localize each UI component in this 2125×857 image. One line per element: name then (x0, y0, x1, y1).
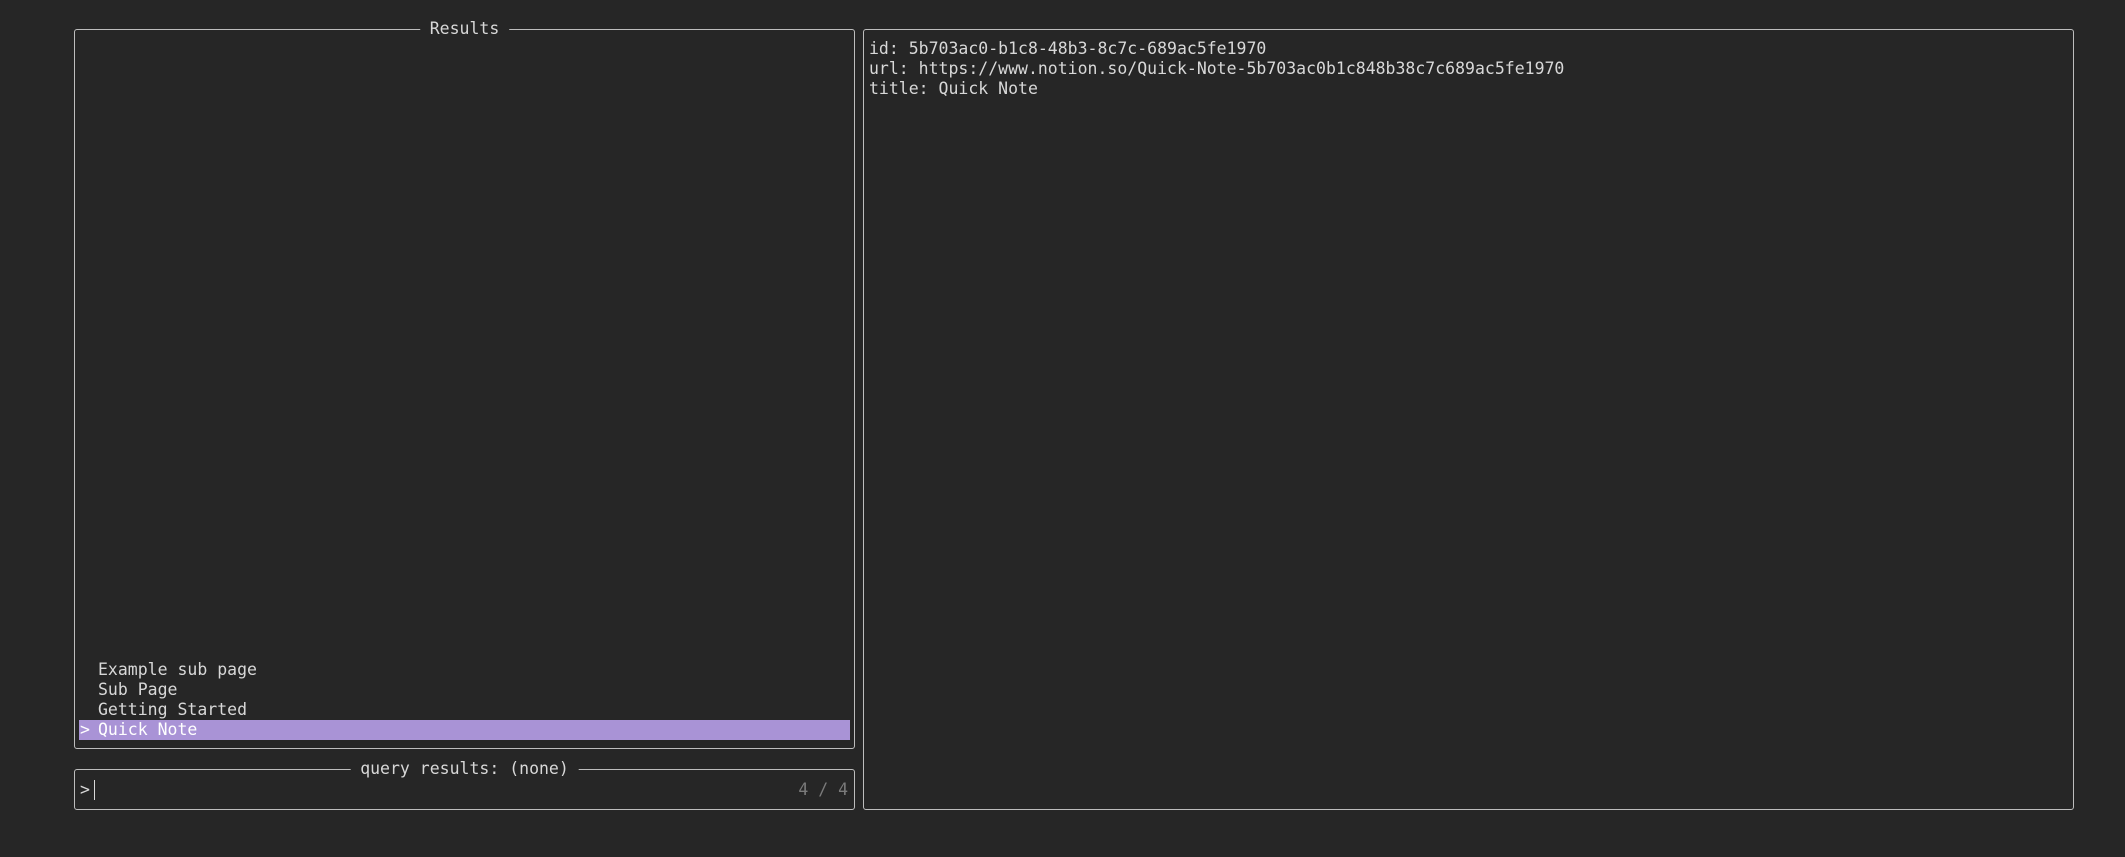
result-marker (79, 660, 98, 680)
result-marker (79, 680, 98, 700)
result-counter: 4 / 4 (798, 780, 848, 799)
preview-url-line: url: https://www.notion.so/Quick-Note-5b… (869, 59, 1565, 78)
query-input[interactable] (95, 780, 799, 800)
result-item-quick-note-selected[interactable]: > Quick Note (79, 720, 850, 740)
preview-content: id: 5b703ac0-b1c8-48b3-8c7c-689ac5fe1970… (869, 39, 2068, 99)
results-panel: Results Example sub page Sub Page Gettin… (74, 19, 855, 749)
result-label: Quick Note (98, 720, 198, 739)
result-label: Example sub page (98, 660, 257, 679)
preview-panel: id: 5b703ac0-b1c8-48b3-8c7c-689ac5fe1970… (863, 29, 2074, 810)
prompt-row: > 4 / 4 (80, 780, 848, 800)
prompt-icon: > (80, 780, 90, 799)
result-label: Getting Started (98, 700, 248, 719)
query-panel-title: query results: (none) (350, 759, 579, 779)
result-item-sub-page[interactable]: Sub Page (79, 680, 850, 700)
preview-id-line: id: 5b703ac0-b1c8-48b3-8c7c-689ac5fe1970 (869, 39, 1267, 58)
result-item-getting-started[interactable]: Getting Started (79, 700, 850, 720)
query-panel: query results: (none) > 4 / 4 (74, 759, 855, 810)
result-item-example-sub-page[interactable]: Example sub page (79, 660, 850, 680)
results-panel-title: Results (419, 19, 510, 39)
selection-marker-icon: > (80, 720, 90, 739)
result-label: Sub Page (98, 680, 178, 699)
preview-title-line: title: Quick Note (869, 79, 1038, 98)
results-list: Example sub page Sub Page Getting Starte… (79, 660, 850, 740)
result-marker (79, 700, 98, 720)
